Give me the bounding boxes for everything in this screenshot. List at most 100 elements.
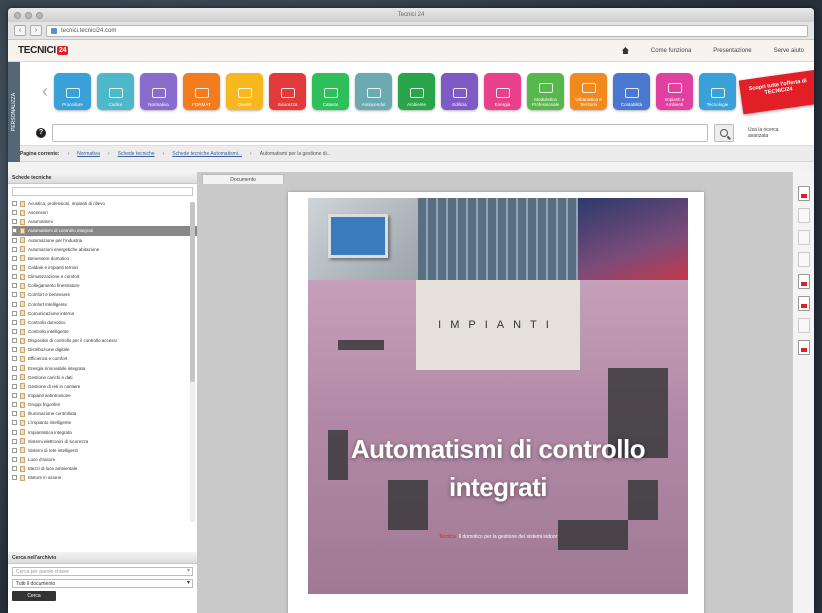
share-icon[interactable] (797, 296, 810, 311)
keyword-input[interactable]: Cerca per parole chiave (12, 567, 193, 576)
tree-item[interactable]: Comunicazione interna (12, 309, 197, 318)
tree-checkbox[interactable] (12, 283, 17, 289)
tree-checkbox[interactable] (12, 329, 17, 335)
search-input[interactable] (52, 123, 708, 142)
menu-serve-aiuto[interactable]: Serve aiuto (774, 48, 804, 54)
export-icon[interactable] (797, 340, 810, 355)
breadcrumb-item[interactable]: Schede tecniche (118, 151, 155, 157)
tree-checkbox[interactable] (12, 447, 17, 453)
tree-item[interactable]: Sistemi di rete intelligenti (12, 446, 197, 455)
tree-checkbox[interactable] (12, 255, 17, 261)
help-icon[interactable]: ? (36, 127, 46, 138)
breadcrumb-item[interactable]: Normativa (77, 151, 100, 157)
category-tile[interactable]: Energia (484, 72, 521, 110)
tree-item[interactable]: Benessere domotico (12, 254, 197, 263)
scroll-thumb[interactable] (190, 202, 195, 382)
tree-item[interactable]: Energia rinnovabile integrata (12, 364, 197, 373)
tree-checkbox[interactable] (12, 310, 17, 316)
tree-checkbox[interactable] (12, 219, 17, 225)
tree-checkbox[interactable] (12, 246, 17, 252)
tree-checkbox[interactable] (12, 374, 17, 380)
category-tile[interactable]: Ambiente (398, 72, 435, 110)
tree-item[interactable]: Distribuzione digitale (12, 345, 197, 354)
tree-checkbox[interactable] (12, 338, 17, 344)
tree-checkbox[interactable] (12, 292, 17, 298)
tree-item[interactable]: L'impianto intelligente (12, 418, 197, 427)
copy-icon[interactable] (797, 230, 810, 245)
category-tile[interactable]: Urbanistica e Territorio (570, 72, 607, 110)
category-tile[interactable]: Catasto (312, 72, 349, 110)
tree-checkbox[interactable] (12, 201, 17, 207)
category-tile[interactable]: FORMAT (183, 72, 220, 110)
tree-item[interactable]: Motore in azione (12, 473, 197, 482)
tree-checkbox[interactable] (12, 237, 17, 243)
bookmark-icon[interactable] (797, 252, 810, 267)
home-icon[interactable] (621, 47, 629, 54)
tree-item[interactable]: Gruppi frigoriferi (12, 400, 197, 409)
tab-documento[interactable]: Documento (202, 174, 284, 184)
tree-item[interactable]: Illuminazione controllata (12, 409, 197, 418)
tree-checkbox[interactable] (12, 365, 17, 371)
category-tile[interactable]: Impianti e Ambienti (656, 72, 693, 110)
category-tile[interactable]: Quesiti (226, 72, 263, 110)
advanced-search-link[interactable]: Usa la ricerca avanzata (748, 127, 788, 139)
tree-item[interactable]: Ascensori (12, 208, 197, 217)
personalize-side-tab[interactable]: PERSONALIZZA (8, 62, 20, 162)
tree-item[interactable]: Automazione per l'industria (12, 236, 197, 245)
tree-item[interactable]: Dispositivi di controllo per il controll… (12, 336, 197, 345)
tree-item[interactable]: Acustica, professioni, impianti di rilie… (12, 199, 197, 208)
address-field[interactable]: tecnici.tecnici24.com (46, 24, 808, 37)
scroll-left-arrow-icon[interactable]: ‹ (40, 81, 50, 101)
back-button[interactable]: ‹ (14, 25, 26, 36)
tree-checkbox[interactable] (12, 411, 17, 417)
pdf-icon[interactable] (797, 186, 810, 201)
tree-item[interactable]: Comfort Intelligente (12, 300, 197, 309)
tree-item[interactable]: Caldaie e impianti termici (12, 263, 197, 272)
category-tile[interactable]: Sicurezza (269, 72, 306, 110)
archive-search-button[interactable]: Cerca (12, 591, 56, 601)
breadcrumb-item[interactable]: Schede tecniche Automatismi... (172, 151, 242, 157)
tree-item[interactable]: Gestione carichi e dati (12, 373, 197, 382)
category-tile[interactable]: Normativa (140, 72, 177, 110)
tree-scrollbar[interactable] (190, 202, 195, 522)
tree-checkbox[interactable] (12, 402, 17, 408)
tree-checkbox[interactable] (12, 475, 17, 481)
tree-item[interactable]: Comfort e benessere (12, 290, 197, 299)
tree-item[interactable]: Luce d'autore (12, 455, 197, 464)
category-tile[interactable]: Antincendio (355, 72, 392, 110)
tree-checkbox[interactable] (12, 466, 17, 472)
tree-item[interactable]: Automatismi (12, 217, 197, 226)
tree-item[interactable]: Controllo intelligente (12, 327, 197, 336)
tree-item[interactable]: Efficienza e comfort (12, 354, 197, 363)
tree-checkbox[interactable] (12, 429, 17, 435)
tree-checkbox[interactable] (12, 301, 17, 307)
tree-item[interactable]: Impiantistica integrata (12, 428, 197, 437)
tree-checkbox[interactable] (12, 420, 17, 426)
promo-banner[interactable]: Scopri tutte l'offerta di TECNICI24 (738, 70, 814, 115)
category-tile[interactable]: Codice (97, 72, 134, 110)
menu-come-funziona[interactable]: Come funziona (651, 48, 691, 54)
download-icon[interactable] (797, 274, 810, 289)
tree-checkbox[interactable] (12, 265, 17, 271)
tree-checkbox[interactable] (12, 457, 17, 462)
tree-checkbox[interactable] (12, 210, 17, 216)
tree-checkbox[interactable] (12, 347, 17, 353)
tree-checkbox[interactable] (12, 319, 17, 325)
tree-checkbox[interactable] (12, 383, 17, 389)
document-type-select[interactable]: Tutti il documento (12, 579, 193, 588)
forward-button[interactable]: › (30, 25, 42, 36)
note-icon[interactable] (797, 318, 810, 333)
tree-item[interactable]: Mezzi di luce ambientale (12, 464, 197, 473)
site-logo[interactable]: TECNICI 24 (18, 45, 69, 56)
tree-item[interactable]: Controllo domotico (12, 318, 197, 327)
tree-checkbox[interactable] (12, 393, 17, 399)
category-tile[interactable]: Tecnologie (699, 72, 736, 110)
category-tile[interactable]: Contabilità (613, 72, 650, 110)
print-icon[interactable] (797, 208, 810, 223)
tree-item[interactable]: Automazioni energetiche abitazione (12, 245, 197, 254)
tree-item[interactable]: Collegamento finestrature (12, 281, 197, 290)
category-tile[interactable]: Edilizia (441, 72, 478, 110)
tree-item[interactable]: Climatizzazione e comfort (12, 272, 197, 281)
tree-item[interactable]: Sistemi elettronici di sicurezza (12, 437, 197, 446)
tree-item[interactable]: Automatismi di controllo integrati (12, 226, 197, 236)
